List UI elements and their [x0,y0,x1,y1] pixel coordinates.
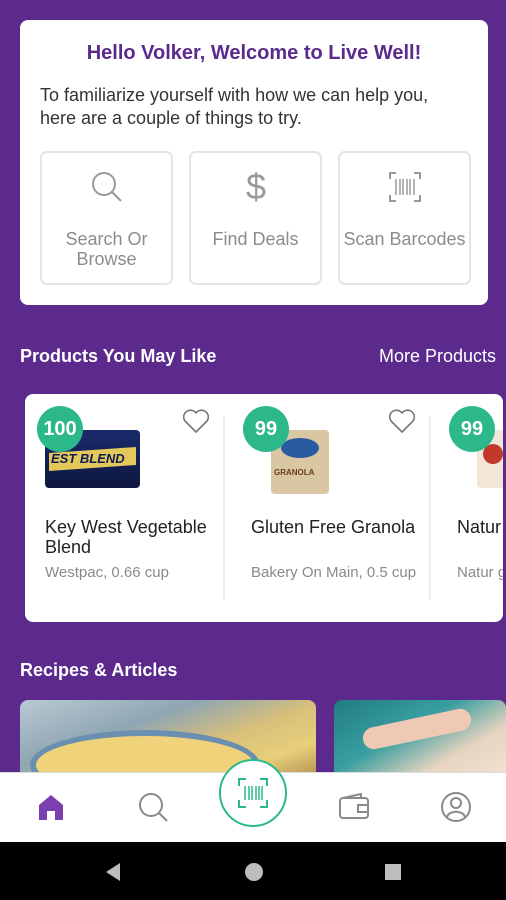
back-icon[interactable] [102,861,124,883]
find-deals-label: Find Deals [212,229,299,249]
more-products-link[interactable]: More Products [379,346,496,367]
system-nav-bar [0,842,506,900]
heart-icon[interactable] [388,408,416,434]
scan-button[interactable] [219,759,287,827]
products-section-title: Products You May Like [20,346,217,366]
welcome-card: Hello Volker, Welcome to Live Well! To f… [20,20,488,305]
divider [223,416,225,600]
product-name: Gluten Free Granola [251,517,416,537]
recents-icon[interactable] [383,862,403,882]
article-image [360,706,474,752]
product-name: Key West Vegetable Blend [45,517,207,557]
search-icon[interactable] [136,790,170,824]
product-meta: Bakery On Main, 0.5 cup [251,564,417,581]
welcome-intro: To familiarize yourself with how we can … [40,85,429,128]
product-image-text: EST BLEND [51,451,125,466]
welcome-title: Hello Volker, Welcome to Live Well! [86,42,422,64]
divider [429,416,431,600]
heart-icon[interactable] [182,408,210,434]
score-badge: 99 [243,406,289,452]
products-carousel[interactable]: EST BLEND 100 Key West Vegetable Blend W… [25,394,503,622]
product-meta: Westpac, 0.66 cup [45,564,169,581]
profile-icon[interactable] [439,790,473,824]
search-or-browse-label: Search Or Browse [65,229,148,269]
product-image-text: GRANOLA [274,468,315,477]
scan-icon [238,778,268,808]
product-card[interactable]: EST BLEND 100 Key West Vegetable Blend W… [25,394,230,622]
search-icon [91,172,122,202]
score-badge: 100 [37,406,83,452]
home-icon[interactable] [34,790,68,824]
recipes-section-title: Recipes & Articles [20,660,178,680]
barcode-icon [388,172,421,202]
scan-barcodes-label: Scan Barcodes [343,229,466,249]
product-card[interactable]: GRANOLA 99 Gluten Free Granola Bakery On… [231,394,436,622]
find-deals-button[interactable]: $ Find Deals [189,151,322,285]
product-name: Natur Qi'a, [457,517,503,537]
quick-actions: Search Or Browse $ Find Deals Scan Barco… [40,151,471,285]
product-card[interactable]: 99 Natur Qi'a, Natur g [437,394,503,622]
score-badge: 99 [449,406,495,452]
bottom-nav [0,759,506,842]
home-system-icon[interactable] [243,861,265,883]
article-card[interactable] [334,700,506,780]
product-meta: Natur g [457,564,503,581]
svg-text:$: $ [245,169,265,205]
search-or-browse-button[interactable]: Search Or Browse [40,151,173,285]
scan-barcodes-button[interactable]: Scan Barcodes [338,151,471,285]
wallet-icon[interactable] [337,790,371,824]
dollar-icon: $ [245,169,265,205]
